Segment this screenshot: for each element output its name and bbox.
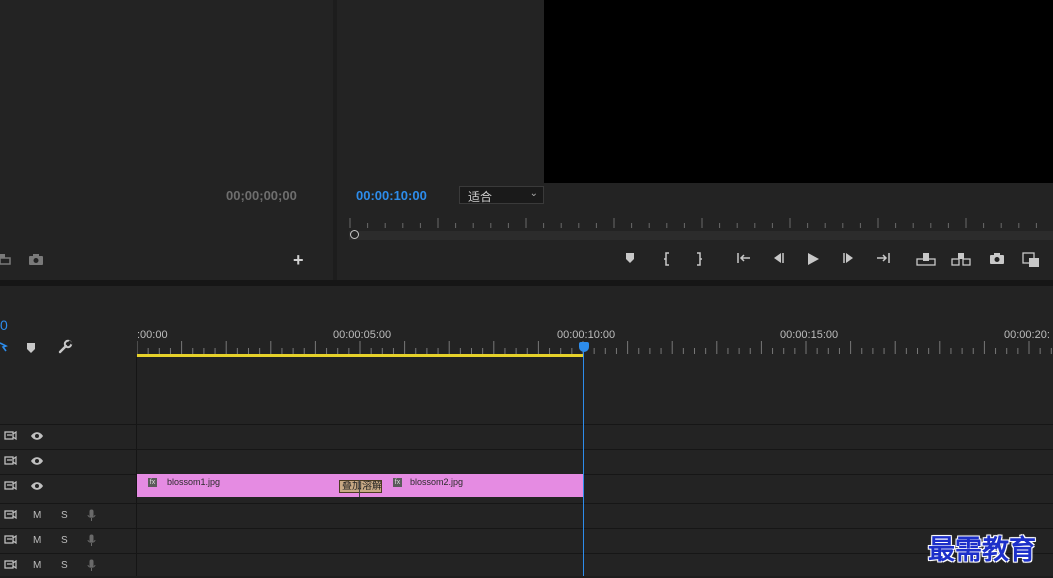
chevron-down-icon: ⌄ bbox=[529, 188, 538, 199]
source-monitor-panel bbox=[0, 0, 333, 280]
track-row bbox=[0, 424, 1053, 449]
solo-toggle[interactable]: S bbox=[61, 510, 68, 521]
clip-name: blossom2.jpg bbox=[410, 477, 464, 487]
clip-2[interactable]: fx blossom2.jpg bbox=[382, 474, 532, 497]
ruler-label: :00:00 bbox=[137, 329, 168, 341]
lift-icon[interactable] bbox=[916, 250, 936, 270]
extract-icon[interactable] bbox=[951, 250, 971, 270]
step-back-icon[interactable] bbox=[768, 250, 788, 270]
snap-icon[interactable] bbox=[0, 340, 9, 352]
fit-zoom-select[interactable]: 适合 ⌄ bbox=[459, 186, 544, 204]
microphone-icon[interactable] bbox=[87, 559, 96, 575]
microphone-icon[interactable] bbox=[87, 509, 96, 525]
clip-name: blossom1.jpg bbox=[167, 477, 221, 487]
export-frame-icon[interactable] bbox=[987, 250, 1007, 270]
program-timecode[interactable]: 00:00:10:00 bbox=[356, 188, 427, 203]
program-time-ruler[interactable] bbox=[349, 215, 1053, 229]
comparison-view-icon[interactable] bbox=[1021, 250, 1041, 270]
ruler-label: 00:00:05:00 bbox=[333, 329, 392, 341]
cross-dissolve-transition[interactable]: 叠加溶解 bbox=[339, 480, 382, 493]
program-video-frame bbox=[544, 0, 1053, 183]
track-row: MS bbox=[0, 503, 1053, 528]
edit-point bbox=[359, 480, 360, 497]
track-output-icon[interactable] bbox=[4, 455, 17, 469]
program-scrub-bar[interactable] bbox=[349, 231, 1053, 240]
solo-toggle[interactable]: S bbox=[61, 560, 68, 571]
timeline-timecode[interactable]: 0 bbox=[0, 317, 8, 333]
eye-icon[interactable] bbox=[30, 431, 44, 444]
ruler-label: 00:00:10:00 bbox=[557, 329, 616, 341]
track-output-icon[interactable] bbox=[4, 559, 17, 573]
mark-in-icon[interactable] bbox=[657, 250, 677, 270]
add-button[interactable]: + bbox=[293, 251, 309, 269]
fit-zoom-value: 适合 bbox=[468, 190, 493, 204]
go-to-out-icon[interactable] bbox=[873, 250, 893, 270]
step-forward-icon[interactable] bbox=[839, 250, 859, 270]
microphone-icon[interactable] bbox=[87, 534, 96, 550]
mute-toggle[interactable]: M bbox=[33, 535, 41, 546]
track-output-icon[interactable] bbox=[4, 534, 17, 548]
ruler-label: 00:00:20: bbox=[1004, 329, 1050, 341]
clip-1[interactable]: fx blossom1.jpg bbox=[137, 474, 287, 497]
add-marker-icon[interactable] bbox=[620, 250, 640, 270]
timeline-playhead-handle[interactable] bbox=[579, 342, 589, 352]
timeline-playhead-line[interactable] bbox=[583, 348, 584, 576]
track-output-icon[interactable] bbox=[4, 430, 17, 444]
track-output-icon[interactable] bbox=[4, 480, 17, 494]
solo-toggle[interactable]: S bbox=[61, 535, 68, 546]
fx-badge-icon: fx bbox=[393, 478, 402, 487]
track-row bbox=[0, 449, 1053, 474]
program-playhead-handle[interactable] bbox=[350, 230, 359, 239]
play-icon[interactable] bbox=[803, 250, 823, 270]
ruler-label: 00:00:15:00 bbox=[780, 329, 839, 341]
settings-wrench-icon[interactable] bbox=[57, 339, 73, 355]
watermark-logo: 最需教育 bbox=[928, 535, 1036, 566]
track-output-icon[interactable] bbox=[4, 509, 17, 523]
add-marker-icon[interactable] bbox=[26, 341, 36, 353]
track-row: MS bbox=[0, 528, 1053, 553]
track-row: MS bbox=[0, 553, 1053, 578]
export-frame-icon[interactable] bbox=[0, 252, 12, 266]
eye-icon[interactable] bbox=[30, 456, 44, 469]
mute-toggle[interactable]: M bbox=[33, 510, 41, 521]
mark-out-icon[interactable] bbox=[689, 250, 709, 270]
camera-icon[interactable] bbox=[28, 253, 44, 266]
work-area-bar[interactable] bbox=[137, 354, 583, 357]
fx-badge-icon: fx bbox=[148, 478, 157, 487]
eye-icon[interactable] bbox=[30, 481, 44, 494]
go-to-in-icon[interactable] bbox=[734, 250, 754, 270]
mute-toggle[interactable]: M bbox=[33, 560, 41, 571]
source-timecode[interactable]: 00;00;00;00 bbox=[226, 188, 297, 203]
